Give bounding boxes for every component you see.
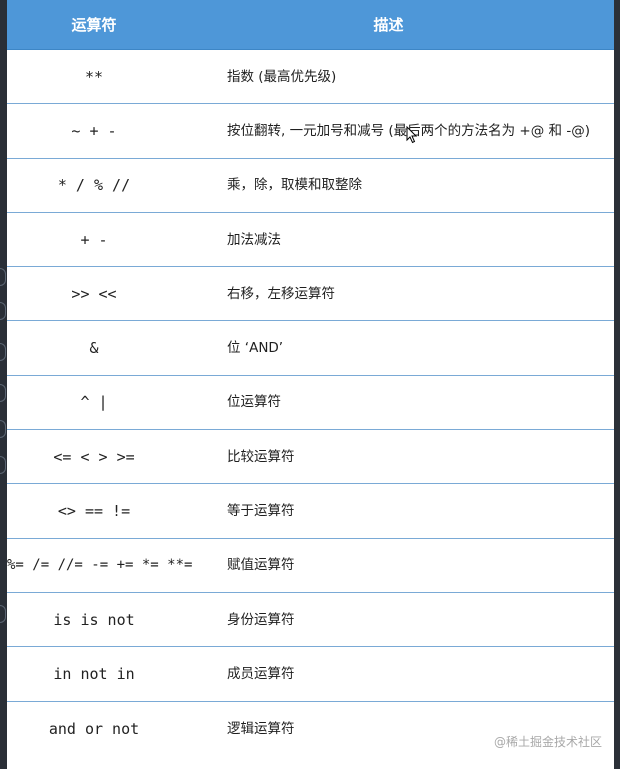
description-cell: 等于运算符: [227, 503, 295, 520]
editor-gutter: [0, 0, 7, 769]
operator-cell: <= < > >=: [53, 447, 135, 466]
fold-marker-icon: [0, 420, 6, 438]
table-row: %= /= //= -= += *= **= 赋值运算符: [7, 538, 620, 593]
header-operator: 运算符: [71, 16, 117, 34]
operator-cell: * / % //: [57, 176, 131, 195]
fold-marker-icon: [0, 384, 6, 402]
window-edge: [614, 0, 620, 769]
description-cell: 指数 (最高优先级): [227, 68, 337, 85]
table-row: <= < > >= 比较运算符: [7, 430, 620, 485]
description-cell: 位运算符: [227, 394, 281, 411]
table-row: * / % // 乘，除，取模和取整除: [7, 158, 620, 213]
operator-cell: <> == !=: [57, 502, 131, 521]
table-row: >> << 右移，左移运算符: [7, 267, 620, 322]
table-row: & 位 ‘AND’: [7, 321, 620, 376]
description-cell: 比较运算符: [227, 448, 295, 465]
operator-cell: >> <<: [71, 284, 117, 303]
table-header: 运算符 描述: [7, 0, 620, 50]
table-row: ** 指数 (最高优先级): [7, 50, 620, 105]
operator-cell: ^ |: [80, 393, 108, 412]
operator-cell: ~ + -: [71, 121, 117, 140]
table-row: <> == != 等于运算符: [7, 484, 620, 539]
operator-cell: + -: [80, 230, 108, 249]
operator-cell: and or not: [48, 719, 140, 738]
fold-marker-icon: [0, 302, 6, 320]
table-row: is is not 身份运算符: [7, 592, 620, 648]
description-cell: 右移，左移运算符: [227, 285, 335, 302]
table-row: ~ + - 按位翻转, 一元加号和减号 (最后两个的方法名为 +@ 和 -@): [7, 104, 620, 159]
description-cell: 赋值运算符: [227, 557, 295, 574]
mouse-cursor-icon: [406, 126, 418, 144]
description-cell: 按位翻转, 一元加号和减号 (最后两个的方法名为 +@ 和 -@): [227, 122, 590, 139]
table-row: + - 加法减法: [7, 212, 620, 268]
operator-cell: &: [89, 339, 99, 358]
operator-precedence-table: 运算符 描述 ** 指数 (最高优先级) ~ + - 按位翻转, 一元加号和减号…: [7, 0, 620, 769]
operator-cell: is is not: [53, 610, 135, 629]
fold-marker-icon: [0, 343, 6, 361]
watermark: @稀土掘金技术社区: [493, 735, 602, 749]
header-description: 描述: [373, 16, 404, 34]
description-cell: 位 ‘AND’: [227, 340, 284, 357]
table-row: in not in 成员运算符: [7, 647, 620, 702]
fold-marker-icon: [0, 268, 6, 286]
description-cell: 成员运算符: [227, 665, 295, 682]
fold-marker-icon: [0, 605, 6, 623]
operator-cell: %= /= //= -= += *= **=: [7, 557, 193, 574]
description-cell: 乘，除，取模和取整除: [227, 177, 362, 194]
description-cell: 身份运算符: [227, 611, 295, 628]
fold-marker-icon: [0, 456, 6, 474]
operator-cell: **: [84, 67, 104, 86]
description-cell: 加法减法: [227, 231, 281, 248]
operator-cell: in not in: [53, 664, 135, 683]
table-row: ^ | 位运算符: [7, 375, 620, 431]
